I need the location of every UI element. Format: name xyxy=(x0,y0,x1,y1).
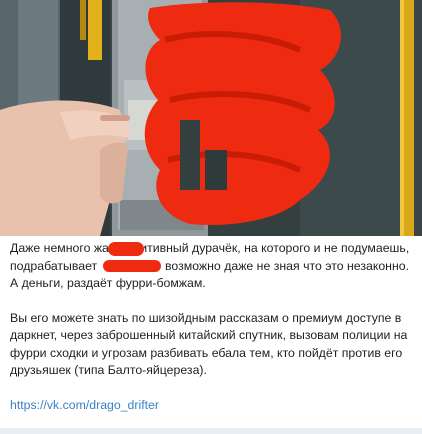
post-photo[interactable] xyxy=(0,0,422,236)
post-paragraph-2: Вы его можете знать по шизойдным рассказ… xyxy=(10,310,408,378)
post-card: Даже немного жалк имитивный дурачёк, на … xyxy=(0,0,422,434)
post-paragraph-1: Даже немного жалк имитивный дурачёк, на … xyxy=(10,240,414,293)
post-paragraph-3: https://vk.com/drago_drifter xyxy=(10,397,414,415)
vk-profile-link[interactable]: https://vk.com/drago_drifter xyxy=(10,398,159,412)
redaction-overlay xyxy=(108,242,144,256)
para1-part1: Даже немного жалк xyxy=(10,241,122,255)
post-footer-bar xyxy=(0,428,422,434)
redaction-mark xyxy=(102,259,161,272)
photo-scene xyxy=(0,0,422,236)
post-text: Даже немного жалк имитивный дурачёк, на … xyxy=(10,240,414,414)
